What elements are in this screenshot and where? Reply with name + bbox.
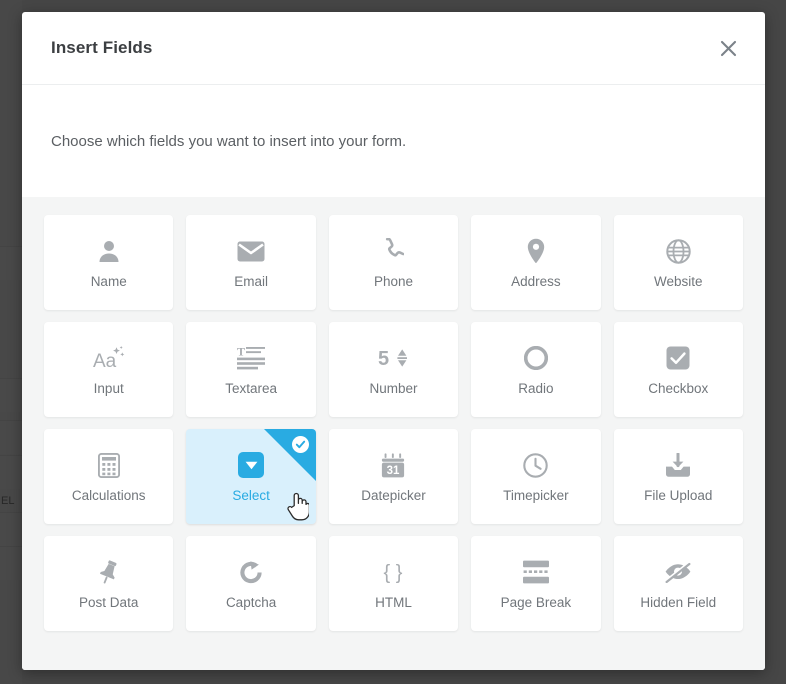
field-grid: Name Email Phone Address Website Aa Input T Text…	[44, 215, 743, 631]
calendar-31-icon: 31	[381, 450, 405, 480]
field-card-label: Select	[232, 488, 270, 504]
field-card-datepicker[interactable]: 31 Datepicker	[328, 429, 459, 524]
pushpin-icon	[96, 557, 121, 587]
dialog-intro: Choose which fields you want to insert i…	[22, 85, 765, 197]
field-card-label: Website	[654, 274, 703, 290]
svg-text:T: T	[237, 346, 245, 359]
field-card-hidden-field[interactable]: Hidden Field	[613, 536, 743, 631]
svg-text:Aa: Aa	[93, 351, 117, 371]
field-card-page-break[interactable]: Page Break	[471, 536, 601, 631]
intro-text: Choose which fields you want to insert i…	[51, 132, 407, 150]
field-card-label: Phone	[373, 274, 414, 290]
field-card-label: Checkbox	[648, 381, 709, 397]
field-card-label: Hidden Field	[640, 595, 717, 611]
field-card-label: Post Data	[79, 595, 139, 611]
field-card-label: Number	[369, 381, 418, 397]
field-card-timepicker[interactable]: Timepicker	[471, 429, 601, 524]
number-spinner-icon: 5	[378, 343, 408, 373]
field-card-address[interactable]: Address	[471, 215, 601, 310]
field-card-website[interactable]: Website	[613, 215, 743, 310]
dialog-body: Name Email Phone Address Website Aa Input T Text…	[22, 197, 765, 670]
dialog-header: Insert Fields	[22, 12, 765, 85]
field-card-label: Page Break	[500, 595, 572, 611]
text-aa-icon: Aa	[93, 343, 125, 373]
calculator-icon	[97, 450, 120, 480]
field-card-label: Timepicker	[503, 488, 569, 504]
page-title: Insert Fields	[51, 38, 153, 57]
check-circle-icon	[291, 436, 309, 453]
field-card-label: Address	[511, 274, 561, 290]
field-card-name[interactable]: Name	[44, 215, 174, 310]
field-card-html[interactable]: { } HTML	[328, 536, 459, 631]
field-card-calculations[interactable]: Calculations	[44, 429, 174, 524]
selected-corner-badge	[263, 429, 316, 481]
svg-text:{ }: { }	[384, 562, 403, 584]
field-card-label: Radio	[518, 381, 554, 397]
field-card-label: File Upload	[644, 488, 713, 504]
upload-tray-icon	[665, 450, 691, 480]
field-card-label: Captcha	[225, 595, 277, 611]
dropdown-icon	[238, 450, 265, 480]
field-card-email[interactable]: Email	[186, 215, 316, 310]
field-card-captcha[interactable]: Captcha	[186, 536, 316, 631]
close-icon	[720, 40, 737, 57]
field-card-label: Datepicker	[361, 488, 426, 504]
map-pin-icon	[527, 236, 545, 266]
close-button[interactable]	[713, 33, 743, 63]
field-card-number[interactable]: 5 Number	[328, 322, 459, 417]
field-card-radio[interactable]: Radio	[471, 322, 601, 417]
phone-icon	[382, 236, 405, 266]
field-card-label: Input	[93, 381, 124, 397]
radio-circle-icon	[523, 343, 548, 373]
field-card-input[interactable]: Aa Input	[44, 322, 174, 417]
field-card-label: HTML	[375, 595, 412, 611]
field-card-phone[interactable]: Phone	[328, 215, 459, 310]
svg-text:31: 31	[387, 465, 400, 477]
field-card-label: Textarea	[225, 381, 277, 397]
corner-triangle	[263, 429, 316, 481]
eye-slash-icon	[664, 557, 692, 587]
mouse-cursor	[287, 491, 311, 521]
insert-fields-dialog: Insert Fields Choose which fields you wa…	[22, 12, 765, 670]
field-card-label: Name	[90, 274, 127, 290]
field-card-label: Email	[234, 274, 268, 290]
curly-braces-icon: { }	[378, 557, 408, 587]
person-icon	[98, 236, 120, 266]
dropdown-icon-box	[238, 452, 265, 479]
clock-icon	[523, 450, 549, 480]
field-card-select[interactable]: Select	[186, 429, 316, 524]
field-card-file-upload[interactable]: File Upload	[613, 429, 743, 524]
globe-icon	[666, 236, 691, 266]
envelope-icon	[237, 236, 265, 266]
field-card-checkbox[interactable]: Checkbox	[613, 322, 743, 417]
text-lines-icon: T	[237, 343, 266, 373]
svg-text:5: 5	[378, 348, 389, 370]
field-card-label: Calculations	[71, 488, 146, 504]
field-card-post-data[interactable]: Post Data	[44, 536, 174, 631]
page-break-icon	[522, 557, 549, 587]
refresh-icon	[239, 557, 263, 587]
field-card-textarea[interactable]: T Textarea	[186, 322, 316, 417]
checkbox-icon	[666, 343, 690, 373]
